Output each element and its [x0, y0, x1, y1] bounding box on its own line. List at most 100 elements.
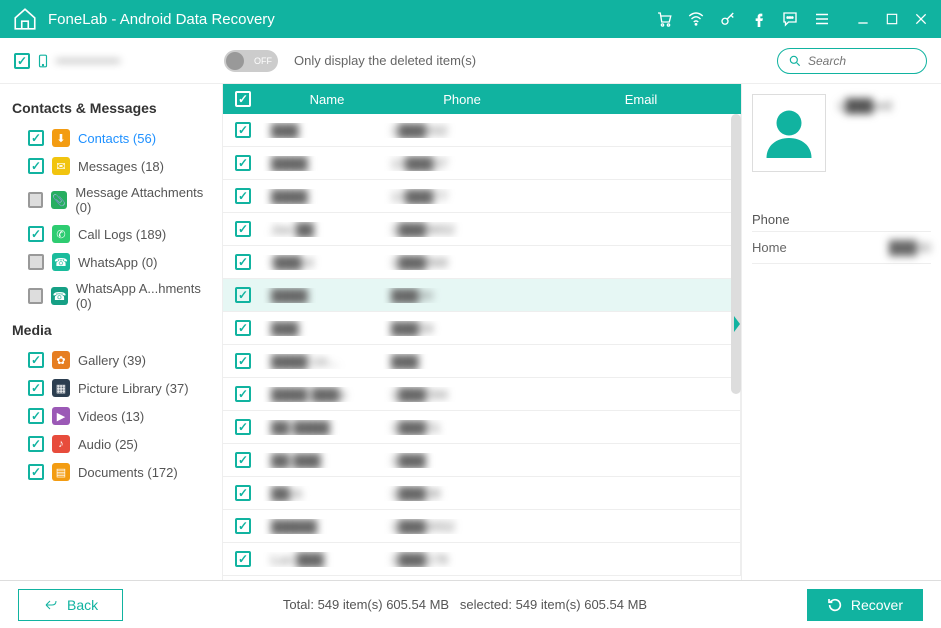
col-phone[interactable]: Phone: [383, 92, 533, 107]
row-checkbox[interactable]: [235, 419, 251, 435]
sidebar-checkbox[interactable]: [28, 254, 44, 270]
row-checkbox[interactable]: [235, 518, 251, 534]
search-box[interactable]: [777, 48, 927, 74]
close-icon[interactable]: [913, 11, 929, 27]
sidebar-item-picture-library[interactable]: ▦ Picture Library (37): [12, 374, 210, 402]
row-checkbox[interactable]: [235, 452, 251, 468]
sidebar-item-call-logs[interactable]: ✆Call Logs (189): [12, 220, 210, 248]
search-input[interactable]: [808, 54, 916, 68]
phone-icon: [36, 51, 50, 71]
facebook-icon[interactable]: [751, 10, 767, 28]
sidebar-checkbox[interactable]: [28, 352, 44, 368]
sidebar-item-label: Videos (13): [78, 409, 144, 424]
row-name: █████: [271, 519, 317, 534]
col-email[interactable]: Email: [533, 92, 741, 107]
category-icon: ✿: [52, 351, 70, 369]
table-row[interactable]: ███████30: [223, 279, 741, 312]
table-row[interactable]: █████1███4552: [223, 510, 741, 543]
sidebar-checkbox[interactable]: [28, 288, 43, 304]
sidebar-checkbox[interactable]: [28, 226, 44, 242]
toggle-label: Only display the deleted item(s): [294, 53, 476, 68]
minimize-icon[interactable]: [855, 11, 871, 27]
table-row[interactable]: Joe ██1███9652: [223, 213, 741, 246]
maximize-icon[interactable]: [885, 12, 899, 26]
sidebar-checkbox[interactable]: [28, 464, 44, 480]
row-checkbox[interactable]: [235, 551, 251, 567]
sidebar-checkbox[interactable]: [28, 408, 44, 424]
row-checkbox[interactable]: [235, 287, 251, 303]
sidebar-item-contacts[interactable]: ⬇Contacts (56): [12, 124, 210, 152]
table-row[interactable]: ███ ███59: [223, 312, 741, 345]
device-checkbox[interactable]: [14, 53, 30, 69]
row-phone: ███30: [391, 288, 433, 303]
table-row[interactable]: l███rd1███868: [223, 246, 741, 279]
deleted-only-toggle[interactable]: OFF: [224, 50, 278, 72]
row-checkbox[interactable]: [235, 320, 251, 336]
col-name[interactable]: Name: [263, 92, 383, 107]
table-row[interactable]: ██ ████1███51: [223, 411, 741, 444]
row-checkbox[interactable]: [235, 353, 251, 369]
recover-button[interactable]: Recover: [807, 589, 923, 621]
row-name: ████: [271, 156, 308, 171]
sidebar-checkbox[interactable]: [28, 436, 44, 452]
back-button[interactable]: Back: [18, 589, 123, 621]
table-row[interactable]: Luo ███1███178: [223, 543, 741, 576]
wifi-icon[interactable]: [687, 10, 705, 28]
row-checkbox[interactable]: [235, 485, 251, 501]
sidebar-checkbox[interactable]: [28, 192, 43, 208]
sidebar-checkbox[interactable]: [28, 158, 44, 174]
sidebar-item-whatsapp[interactable]: ☎WhatsApp (0): [12, 248, 210, 276]
row-name: ███: [271, 321, 299, 336]
sidebar-checkbox[interactable]: [28, 380, 44, 396]
sidebar-item-label: Picture Library (37): [78, 381, 189, 396]
footer: Back Total: 549 item(s) 605.54 MB select…: [0, 580, 941, 628]
row-name: ██ck: [271, 486, 302, 501]
sidebar-item-whatsapp-a-hments[interactable]: ☎WhatsApp A...hments (0): [12, 276, 210, 316]
row-checkbox[interactable]: [235, 254, 251, 270]
sidebar-checkbox[interactable]: [28, 130, 44, 146]
menu-icon[interactable]: [813, 10, 831, 28]
table-body[interactable]: ███1███932████13███37████13███77Joe ██1█…: [223, 114, 741, 580]
sidebar-item-gallery[interactable]: ✿Gallery (39): [12, 346, 210, 374]
phone-value: ███30: [889, 240, 931, 255]
row-checkbox[interactable]: [235, 188, 251, 204]
table-row[interactable]: ███1███932: [223, 114, 741, 147]
row-checkbox[interactable]: [235, 155, 251, 171]
category-icon: ▦: [52, 379, 70, 397]
expand-handle[interactable]: [732, 314, 742, 334]
sidebar-item-messages[interactable]: ✉Messages (18): [12, 152, 210, 180]
table-row[interactable]: ████ ███e1███594: [223, 378, 741, 411]
sidebar-item-audio[interactable]: ♪Audio (25): [12, 430, 210, 458]
row-phone: 1███178: [391, 552, 448, 567]
row-phone: ███: [391, 354, 419, 369]
scrollbar[interactable]: [731, 114, 741, 394]
row-checkbox[interactable]: [235, 122, 251, 138]
cart-icon[interactable]: [655, 10, 673, 28]
app-title: FoneLab - Android Data Recovery: [48, 11, 655, 28]
sidebar-item-documents[interactable]: ▤Documents (172): [12, 458, 210, 486]
row-name: ████ Un...: [271, 354, 339, 369]
row-name: ████ ███e: [271, 387, 346, 402]
device-selector[interactable]: ————: [14, 51, 214, 71]
row-checkbox[interactable]: [235, 386, 251, 402]
table-row[interactable]: ██ck1███38: [223, 477, 741, 510]
table-row[interactable]: ████13███37: [223, 147, 741, 180]
row-checkbox[interactable]: [235, 221, 251, 237]
row-phone: 1███: [391, 453, 426, 468]
key-icon[interactable]: [719, 10, 737, 28]
row-phone: ███59: [391, 321, 433, 336]
category-icon: ⬇: [52, 129, 70, 147]
table-row[interactable]: ████ Un... ███: [223, 345, 741, 378]
category-icon: ☎: [52, 253, 70, 271]
table-row[interactable]: ████13███77: [223, 180, 741, 213]
sidebar-item-label: WhatsApp A...hments (0): [76, 281, 210, 311]
phone-section-label: Phone: [752, 212, 931, 232]
sidebar-item-message-attachments[interactable]: 📎Message Attachments (0): [12, 180, 210, 220]
home-icon[interactable]: [12, 6, 38, 32]
sidebar-item-label: Message Attachments (0): [75, 185, 210, 215]
row-phone: 1███868: [391, 255, 448, 270]
table-row[interactable]: ██ ███1███: [223, 444, 741, 477]
select-all-checkbox[interactable]: [235, 91, 251, 107]
chat-icon[interactable]: [781, 10, 799, 28]
sidebar-item-videos[interactable]: ▶Videos (13): [12, 402, 210, 430]
